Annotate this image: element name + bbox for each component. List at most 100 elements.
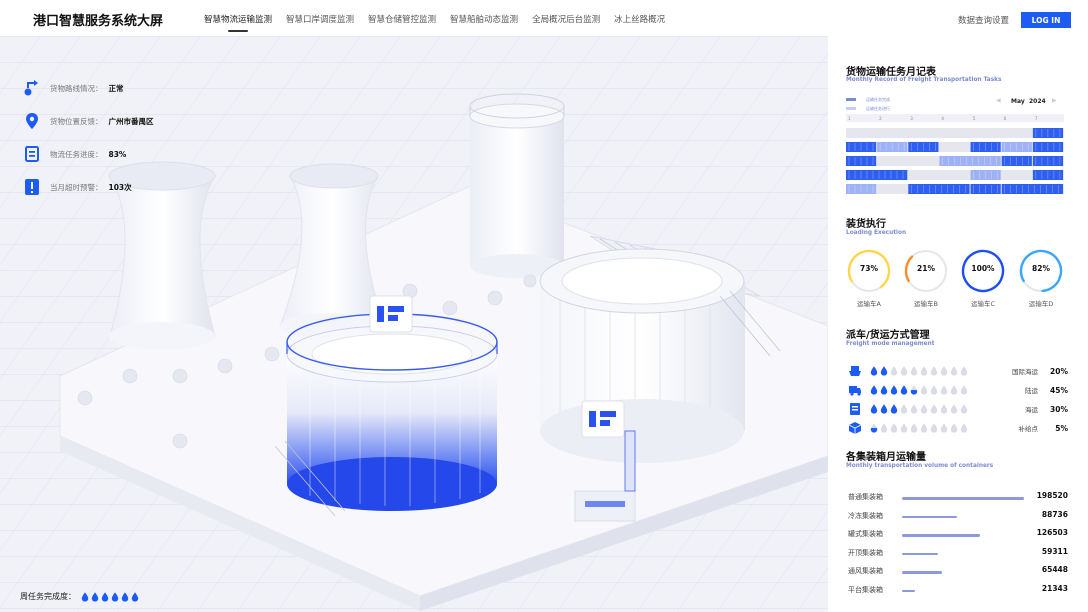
warning-icon <box>22 177 42 197</box>
drop-icon <box>920 366 928 376</box>
legend-done-label: 运输任务完成 <box>866 97 890 102</box>
freight-mode-name: 补给点 <box>1018 425 1039 433</box>
freight-mode-percent: 45% <box>1050 385 1068 395</box>
container-row: 普通集装箱 198520 <box>848 491 1068 504</box>
storage-tank-blue <box>286 313 498 511</box>
legend-swatch-ongoing <box>846 107 856 110</box>
container-name: 平台集装箱 <box>848 585 883 594</box>
login-button[interactable]: LOG IN <box>1021 12 1071 28</box>
nav-tab-vessel[interactable]: 智慧船舶动态监测 <box>450 13 518 25</box>
drop-icon <box>870 423 878 433</box>
container-row: 冷冻集装箱 88736 <box>848 509 1068 523</box>
gauge-label: 运输车C <box>970 300 996 308</box>
drop-icon <box>960 366 968 376</box>
container-volume-value: 21343 <box>1041 583 1068 593</box>
container-row: 平台集装箱 21343 <box>848 583 1068 597</box>
legend-swatch-done <box>846 98 856 101</box>
containers-title: 各集装箱月运输量 <box>846 452 926 463</box>
calendar-row <box>846 128 1064 138</box>
timeout-warning-row: 当月超时预警： 103次 <box>22 177 132 197</box>
drop-icon <box>910 385 918 395</box>
container-volume-bar <box>902 534 980 537</box>
gauge-value: 21% <box>917 264 935 273</box>
container-name: 冷冻集装箱 <box>848 511 883 520</box>
location-row: 货物位置反馈： 广州市番禺区 <box>22 111 154 131</box>
drop-icon <box>940 423 948 433</box>
freight-subtitle: Freight mode management <box>846 341 935 347</box>
container-row: 开顶集装箱 59311 <box>848 547 1068 560</box>
silo <box>469 93 565 278</box>
container-volume-bar <box>902 515 957 518</box>
right-panel: 货物运输任务月记表 Monthly Record of Freight Tran… <box>828 36 1088 612</box>
freight-mode-percent: 5% <box>1055 423 1068 433</box>
drop-icon <box>890 423 898 433</box>
calendar-month: May <box>1011 98 1025 105</box>
drop-icon <box>880 385 888 395</box>
gauge-value: 73% <box>860 264 878 273</box>
drop-icon <box>930 366 938 376</box>
container-volume-value: 198520 <box>1036 491 1068 500</box>
gauge-vehicle-d: 82% 运输车D <box>1018 248 1064 308</box>
drop-icon <box>920 404 928 414</box>
drop-icon <box>930 423 938 433</box>
drop-icon <box>960 423 968 433</box>
drop-icon <box>950 404 958 414</box>
loading-subtitle: Loading Execution <box>846 230 907 236</box>
container-volume-bar <box>902 589 916 592</box>
container-volume-value: 88736 <box>1041 509 1068 519</box>
weekly-completion-label: 周任务完成度： <box>20 592 76 601</box>
drop-icon <box>910 423 918 433</box>
calendar-day-label: 6 <box>1004 116 1007 121</box>
legend-ongoing-label: 运输任务进行 <box>866 106 890 111</box>
drop-icon <box>910 404 918 414</box>
monthly-record-subtitle: Monthly Record of Freight Transportation… <box>846 77 1002 83</box>
next-month-icon[interactable]: ▶ <box>1052 97 1057 104</box>
calendar-day-label: 3 <box>910 116 913 121</box>
nav-tab-overview[interactable]: 全局概况后台监测 <box>532 13 600 25</box>
drop-icon <box>950 366 958 376</box>
freight-mode-row: 补给点 5% <box>848 421 1068 435</box>
container-volume-bar <box>902 497 1024 500</box>
box-icon <box>848 422 862 434</box>
calendar-year: 2024 <box>1029 98 1046 105</box>
nav-tab-ice-silk-road[interactable]: 冰上丝路概况 <box>614 13 665 25</box>
drop-icon <box>920 423 928 433</box>
drop-icon <box>880 366 888 376</box>
freight-mode-drops <box>870 423 968 433</box>
container-row: 罐式集装箱 126503 <box>848 528 1068 541</box>
gauge-value: 100% <box>971 264 995 273</box>
drop-icon <box>870 404 878 414</box>
container-volume-value: 126503 <box>1036 528 1068 537</box>
top-bar: 港口智慧服务系统大屏 智慧物流运输监测 智慧口岸调度监测 智慧仓储管控监测 智慧… <box>0 0 1088 36</box>
freight-mode-row: 陆运 45% <box>848 383 1068 397</box>
container-volume-value: 65448 <box>1041 565 1068 574</box>
truck-icon <box>849 386 861 396</box>
weekly-drop-icon <box>81 591 89 602</box>
gauge-vehicle-c: 100% 运输车C <box>960 248 1006 308</box>
nav-tab-warehouse[interactable]: 智慧仓储管控监测 <box>368 13 436 25</box>
nav-tab-logistics[interactable]: 智慧物流运输监测 <box>204 13 272 32</box>
prev-month-icon[interactable]: ◀ <box>996 97 1001 104</box>
document-icon <box>22 144 42 164</box>
drop-icon <box>940 404 948 414</box>
data-query-settings-link[interactable]: 数据查询设置 <box>958 14 1009 26</box>
cargo-icon <box>850 403 860 415</box>
drop-icon <box>900 366 908 376</box>
containers-subtitle: Monthly transportation volume of contain… <box>846 463 994 469</box>
drop-icon <box>900 423 908 433</box>
container-name: 罐式集装箱 <box>848 530 883 538</box>
drop-icon <box>900 385 908 395</box>
gauge-label: 运输车B <box>914 300 938 308</box>
drop-icon <box>870 385 878 395</box>
nav-tab-port-dispatch[interactable]: 智慧口岸调度监测 <box>286 13 354 25</box>
drop-icon <box>950 423 958 433</box>
freight-mode-drops <box>870 404 968 414</box>
location-value: 广州市番禺区 <box>108 116 154 126</box>
freight-mode-percent: 20% <box>1050 366 1068 376</box>
container-name: 普通集装箱 <box>848 493 883 501</box>
storage-tank-white <box>539 248 745 463</box>
drop-icon <box>900 404 908 414</box>
weekly-drop-icon <box>121 591 129 602</box>
drop-icon <box>940 385 948 395</box>
drop-icon <box>950 385 958 395</box>
